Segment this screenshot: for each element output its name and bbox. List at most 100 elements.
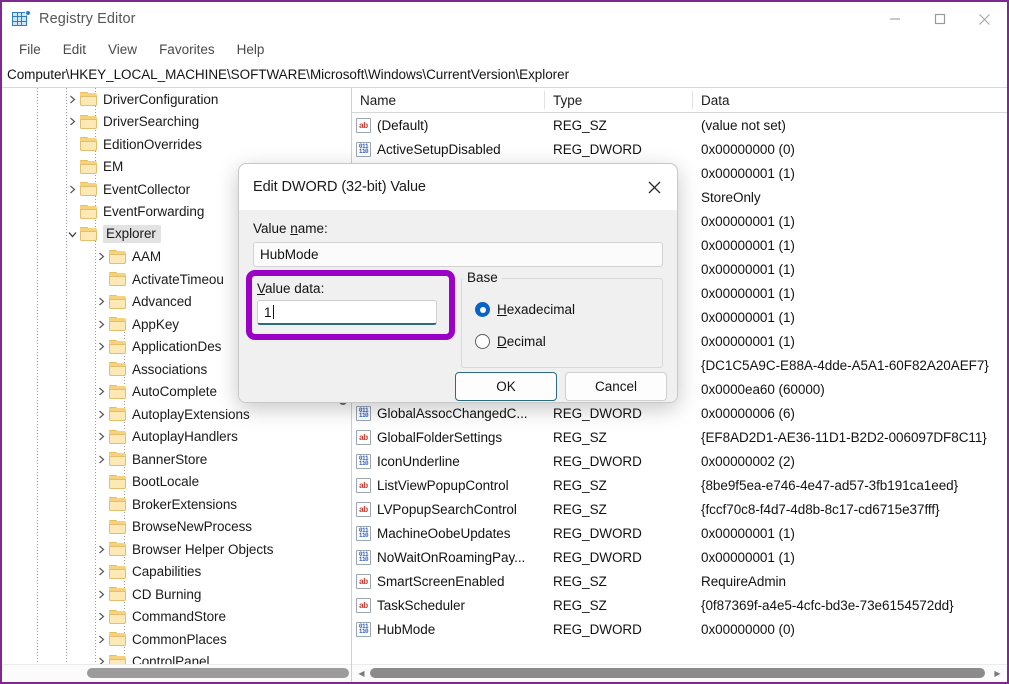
folder-icon bbox=[109, 632, 126, 646]
tree-item-capabilities[interactable]: Capabilities bbox=[2, 561, 351, 584]
chevron-right-icon[interactable] bbox=[93, 246, 109, 268]
chevron-right-icon[interactable] bbox=[93, 538, 109, 560]
table-row[interactable]: abGlobalFolderSettingsREG_SZ{EF8AD2D1-AE… bbox=[352, 425, 1007, 449]
value-data-cell: 0x00000002 (2) bbox=[693, 454, 1007, 469]
scroll-right-arrow[interactable]: ▶ bbox=[990, 665, 1005, 682]
column-header-type[interactable]: Type bbox=[545, 88, 693, 112]
chevron-right-icon[interactable] bbox=[93, 606, 109, 628]
tree-item-commonplaces[interactable]: CommonPlaces bbox=[2, 628, 351, 651]
tree-item-autoplayhandlers[interactable]: AutoplayHandlers bbox=[2, 426, 351, 449]
value-name-cell: 011110IconUnderline bbox=[352, 454, 545, 469]
chevron-right-icon[interactable] bbox=[93, 313, 109, 335]
value-data-cell: 0x00000001 (1) bbox=[693, 262, 1007, 277]
radio-decimal-indicator bbox=[475, 334, 490, 349]
value-data-label: Value data: bbox=[257, 281, 324, 296]
address-bar[interactable]: Computer\HKEY_LOCAL_MACHINE\SOFTWARE\Mic… bbox=[2, 62, 1007, 88]
tree-item-controlpanel[interactable]: ControlPanel bbox=[2, 651, 351, 666]
table-row[interactable]: abListViewPopupControlREG_SZ{8be9f5ea-e7… bbox=[352, 473, 1007, 497]
chevron-right-icon[interactable] bbox=[64, 88, 80, 110]
value-data-cell: {8be9f5ea-e746-4e47-ad57-3fb191ca1eed} bbox=[693, 478, 1007, 493]
chevron-right-icon[interactable] bbox=[93, 448, 109, 470]
chevron-right-icon[interactable] bbox=[93, 381, 109, 403]
value-name-cell: abLVPopupSearchControl bbox=[352, 502, 545, 517]
table-row[interactable]: 011110HubModeREG_DWORD0x00000000 (0) bbox=[352, 617, 1007, 641]
tree-item-autoplayextensions[interactable]: AutoplayExtensions bbox=[2, 403, 351, 426]
edit-dword-dialog: Edit DWORD (32-bit) Value Value name: Hu… bbox=[238, 163, 678, 403]
chevron-right-icon[interactable] bbox=[93, 291, 109, 313]
scroll-left-arrow[interactable]: ◀ bbox=[354, 665, 369, 682]
ok-button[interactable]: OK bbox=[455, 372, 557, 401]
reg-string-icon: ab bbox=[356, 574, 371, 589]
tree-item-browsenewprocess[interactable]: BrowseNewProcess bbox=[2, 516, 351, 539]
value-data-input[interactable]: 1 bbox=[257, 300, 437, 325]
tree-item-browser-helper-objects[interactable]: Browser Helper Objects bbox=[2, 538, 351, 561]
menu-file[interactable]: File bbox=[8, 40, 52, 59]
table-row[interactable]: 011110MachineOobeUpdatesREG_DWORD0x00000… bbox=[352, 521, 1007, 545]
values-horizontal-scrollbar[interactable]: ◀ ▶ bbox=[352, 664, 1007, 682]
chevron-right-icon[interactable] bbox=[64, 111, 80, 133]
value-name-cell: 011110MachineOobeUpdates bbox=[352, 526, 545, 541]
table-row[interactable]: abSmartScreenEnabledREG_SZRequireAdmin bbox=[352, 569, 1007, 593]
cancel-button[interactable]: Cancel bbox=[565, 372, 667, 401]
tree-item-label: AutoplayExtensions bbox=[132, 407, 250, 422]
tree-item-label: BrokerExtensions bbox=[132, 497, 237, 512]
value-type-cell: REG_SZ bbox=[545, 430, 693, 445]
chevron-down-icon[interactable] bbox=[64, 223, 80, 245]
value-name-cell: 011110HubMode bbox=[352, 622, 545, 637]
table-row[interactable]: 011110IconUnderlineREG_DWORD0x00000002 (… bbox=[352, 449, 1007, 473]
close-button[interactable] bbox=[962, 2, 1007, 36]
tree-item-bootlocale[interactable]: BootLocale bbox=[2, 471, 351, 494]
radio-hexadecimal[interactable]: Hexadecimal bbox=[475, 302, 575, 317]
chevron-right-icon[interactable] bbox=[93, 628, 109, 650]
value-name-cell: 011110ActiveSetupDisabled bbox=[352, 142, 545, 157]
chevron-right-icon[interactable] bbox=[93, 651, 109, 665]
chevron-right-icon[interactable] bbox=[93, 426, 109, 448]
dialog-close-button[interactable] bbox=[632, 164, 677, 210]
table-row[interactable]: 011110GlobalAssocChangedC...REG_DWORD0x0… bbox=[352, 401, 1007, 425]
table-row[interactable]: 011110NoWaitOnRoamingPay...REG_DWORD0x00… bbox=[352, 545, 1007, 569]
chevron-right-icon[interactable] bbox=[93, 336, 109, 358]
tree-item-label: AppKey bbox=[132, 317, 179, 332]
table-row[interactable]: abLVPopupSearchControlREG_SZ{fccf70c8-f4… bbox=[352, 497, 1007, 521]
radio-decimal[interactable]: Decimal bbox=[475, 334, 546, 349]
value-data-cell: 0x00000001 (1) bbox=[693, 238, 1007, 253]
menu-favorites[interactable]: Favorites bbox=[148, 40, 226, 59]
column-header-data[interactable]: Data bbox=[693, 88, 1007, 112]
tree-item-brokerextensions[interactable]: BrokerExtensions bbox=[2, 493, 351, 516]
value-name-input[interactable]: HubMode bbox=[253, 242, 663, 267]
tree-item-label: EventCollector bbox=[103, 182, 190, 197]
tree-item-driversearching[interactable]: DriverSearching bbox=[2, 111, 351, 134]
folder-icon bbox=[80, 227, 97, 241]
menu-help[interactable]: Help bbox=[226, 40, 276, 59]
folder-icon bbox=[80, 160, 97, 174]
table-row[interactable]: 011110ActiveSetupDisabledREG_DWORD0x0000… bbox=[352, 137, 1007, 161]
radio-hexadecimal-indicator bbox=[475, 302, 490, 317]
chevron-right-icon[interactable] bbox=[64, 178, 80, 200]
reg-dword-icon: 011110 bbox=[356, 406, 371, 421]
table-row[interactable]: ab(Default)REG_SZ(value not set) bbox=[352, 113, 1007, 137]
maximize-button[interactable] bbox=[917, 2, 962, 36]
minimize-button[interactable] bbox=[872, 2, 917, 36]
chevron-right-icon[interactable] bbox=[93, 561, 109, 583]
tree-horizontal-scrollbar[interactable] bbox=[2, 664, 351, 682]
tree-item-cd-burning[interactable]: CD Burning bbox=[2, 583, 351, 606]
menu-view[interactable]: View bbox=[97, 40, 148, 59]
tree-item-label: EditionOverrides bbox=[103, 137, 202, 152]
tree-item-label: BootLocale bbox=[132, 474, 199, 489]
tree-item-label: CommandStore bbox=[132, 609, 226, 624]
tree-item-label: Advanced bbox=[132, 294, 192, 309]
tree-item-commandstore[interactable]: CommandStore bbox=[2, 606, 351, 629]
tree-item-editionoverrides[interactable]: EditionOverrides bbox=[2, 133, 351, 156]
table-row[interactable]: abTaskSchedulerREG_SZ{0f87369f-a4e5-4cfc… bbox=[352, 593, 1007, 617]
column-header-name[interactable]: Name bbox=[352, 88, 545, 112]
chevron-right-icon[interactable] bbox=[93, 583, 109, 605]
tree-item-bannerstore[interactable]: BannerStore bbox=[2, 448, 351, 471]
tree-item-driverconfiguration[interactable]: DriverConfiguration bbox=[2, 88, 351, 111]
menu-edit[interactable]: Edit bbox=[52, 40, 97, 59]
tree-item-label: BannerStore bbox=[132, 452, 207, 467]
registry-editor-window: Registry Editor File Edit View Favorites… bbox=[0, 0, 1009, 684]
tree-item-label: ApplicationDes bbox=[132, 339, 221, 354]
chevron-right-icon[interactable] bbox=[93, 403, 109, 425]
value-data-cell: 0x00000001 (1) bbox=[693, 334, 1007, 349]
reg-dword-icon: 011110 bbox=[356, 622, 371, 637]
